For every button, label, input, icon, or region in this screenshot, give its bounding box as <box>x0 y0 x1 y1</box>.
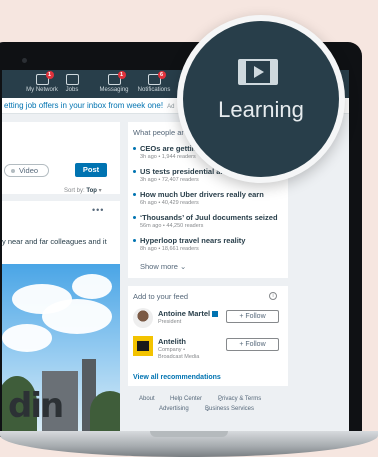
video-icon <box>11 169 15 174</box>
post-text: y near and far colleagues and it <box>2 237 107 246</box>
badge: 6 <box>157 71 166 79</box>
rec-name-row[interactable]: Antoine Martel <box>158 309 219 318</box>
sort-by-control[interactable]: Sort by: Top ▾ <box>64 187 102 194</box>
avatar[interactable] <box>133 308 153 328</box>
add-to-feed-card: Add to your feed i Antoine Martel Presid… <box>128 286 288 386</box>
news-heading: What people ar <box>133 128 184 137</box>
footer-link-label: Privacy & Terms <box>218 396 262 402</box>
nav-learning-zoomed[interactable]: Learning <box>183 21 339 177</box>
post-image[interactable]: din <box>2 264 120 431</box>
news-item[interactable]: Hyperloop travel nears reality 8h ago • … <box>133 236 288 252</box>
magnifier-lens: Learning <box>177 15 345 183</box>
recommendation-item: Antoine Martel President + Follow <box>133 308 283 330</box>
footer-link-help[interactable]: Help Center <box>170 396 202 402</box>
news-title: ‘Thousands’ of Juul documents seized <box>133 213 288 222</box>
ad-label: Ad <box>167 104 175 110</box>
video-button[interactable]: Video <box>4 164 49 177</box>
nav-messaging[interactable]: 1 Messaging <box>92 71 136 93</box>
badge: 1 <box>117 71 126 79</box>
tree-shape <box>90 391 120 431</box>
news-item[interactable]: How much Uber drivers really earn 6h ago… <box>133 190 288 206</box>
cloud-shape <box>2 324 52 352</box>
nav-label: Jobs <box>65 87 79 93</box>
news-title: How much Uber drivers really earn <box>133 190 288 199</box>
follow-button[interactable]: + Follow <box>226 338 279 351</box>
play-icon <box>254 66 264 78</box>
footer-link-business[interactable]: Business Services ⌄ <box>205 406 254 413</box>
post-menu-icon[interactable]: ••• <box>92 205 104 215</box>
sort-label: Sort by: <box>64 188 85 194</box>
chevron-down-icon: ⌄ <box>180 262 187 271</box>
nav-label: Notifications <box>137 87 171 93</box>
footer-link-about[interactable]: About <box>139 396 155 402</box>
rec-subtitle: President <box>158 319 182 325</box>
nav-notifications[interactable]: 6 Notifications <box>132 71 176 93</box>
feed-heading: Add to your feed <box>133 292 189 301</box>
footer-link-advertising[interactable]: Advertising <box>159 406 189 412</box>
follow-button[interactable]: + Follow <box>226 310 279 323</box>
nav-jobs[interactable]: Jobs <box>50 74 94 93</box>
news-meta: 56m ago • 44,250 readers <box>140 223 204 229</box>
chevron-down-icon: ▾ <box>98 188 102 194</box>
info-icon[interactable]: i <box>269 292 277 300</box>
footer-link-label: Business Services <box>205 406 255 412</box>
sign-lettering: din <box>8 386 64 426</box>
cloud-shape <box>72 274 112 299</box>
film-strip-right <box>270 61 276 83</box>
bell-icon: 6 <box>147 71 166 85</box>
footer-link-privacy[interactable]: Privacy & Terms ⌄ <box>218 396 261 403</box>
view-all-recommendations-link[interactable]: View all recommendations <box>133 374 221 381</box>
laptop-mockup: 1 My Network Jobs 1 Messaging 6 Notifica… <box>0 0 378 457</box>
laptop-notch <box>150 431 228 437</box>
nav-label: Messaging <box>99 87 129 93</box>
rec-subtitle: Company • Broadcast Media <box>158 347 200 360</box>
recommendation-item: Antelith Company • Broadcast Media + Fol… <box>133 336 283 360</box>
linkedin-badge-icon <box>212 311 219 318</box>
news-meta: 6h ago • 40,429 readers <box>140 200 199 206</box>
webcam <box>22 58 27 63</box>
company-logo[interactable] <box>133 336 153 356</box>
feed-post: ••• y near and far colleagues and it din <box>2 201 120 431</box>
show-more-label: Show more <box>140 262 178 271</box>
cloud-shape <box>42 299 112 334</box>
learning-video-icon <box>238 59 278 85</box>
sort-value: Top <box>86 188 97 194</box>
film-strip-left <box>240 61 246 83</box>
learning-label: Learning <box>218 97 304 122</box>
show-more-button[interactable]: Show more ⌄ <box>140 262 186 271</box>
promo-text: etting job offers in your inbox from wee… <box>4 101 164 110</box>
network-icon: 1 <box>35 71 54 85</box>
news-item[interactable]: ‘Thousands’ of Juul documents seized 56m… <box>133 213 288 229</box>
messaging-icon: 1 <box>107 71 126 85</box>
briefcase-icon <box>65 74 79 85</box>
rec-name: Antoine Martel <box>158 309 211 318</box>
news-title: Hyperloop travel nears reality <box>133 236 288 245</box>
video-label: Video <box>19 166 39 175</box>
share-box: Video Post <box>2 122 120 194</box>
news-meta: 8h ago • 18,661 readers <box>140 246 199 252</box>
post-button[interactable]: Post <box>75 163 107 177</box>
rec-name[interactable]: Antelith <box>158 337 186 346</box>
